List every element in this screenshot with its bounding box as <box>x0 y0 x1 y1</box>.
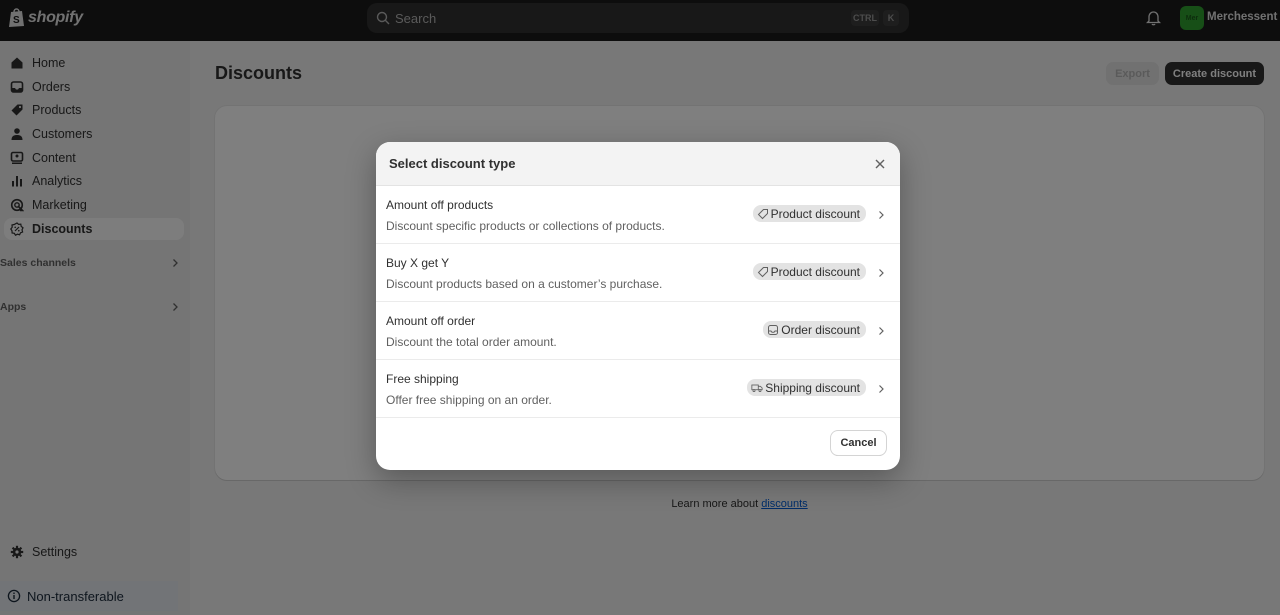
tag-icon <box>757 266 768 277</box>
modal-header: Select discount type <box>376 142 900 186</box>
truck-icon <box>751 384 763 392</box>
option-title: Buy X get Y <box>386 256 450 270</box>
option-description: Offer free shipping on an order. <box>386 393 552 407</box>
discount-class-badge: Product discount <box>752 263 866 280</box>
badge-label: Product discount <box>770 206 860 221</box>
option-amount-off-order[interactable]: Amount off order Discount the total orde… <box>376 302 900 360</box>
chevron-right-icon <box>879 385 884 393</box>
order-icon <box>768 324 779 335</box>
chevron-right-icon <box>879 211 884 219</box>
select-discount-type-modal: Select discount type Amount off products… <box>376 142 900 470</box>
option-title: Amount off products <box>386 198 494 212</box>
tag-icon <box>757 208 768 219</box>
badge-label: Shipping discount <box>765 380 860 395</box>
chevron-right-icon <box>879 269 884 277</box>
option-description: Discount the total order amount. <box>386 335 557 349</box>
option-buy-x-get-y[interactable]: Buy X get Y Discount products based on a… <box>376 244 900 302</box>
close-icon[interactable] <box>873 157 887 171</box>
chevron-right-icon <box>879 327 884 335</box>
discount-class-badge: Shipping discount <box>747 379 866 396</box>
option-title: Free shipping <box>386 372 459 386</box>
option-free-shipping[interactable]: Free shipping Offer free shipping on an … <box>376 360 900 418</box>
option-amount-off-products[interactable]: Amount off products Discount specific pr… <box>376 186 900 244</box>
option-description: Discount specific products or collection… <box>386 219 665 233</box>
option-title: Amount off order <box>386 314 476 328</box>
cancel-button[interactable]: Cancel <box>831 431 886 455</box>
discount-class-badge: Product discount <box>752 205 866 222</box>
badge-label: Product discount <box>770 264 860 279</box>
modal-title: Select discount type <box>389 156 516 171</box>
badge-label: Order discount <box>781 322 860 337</box>
modal-footer: Cancel <box>376 418 900 468</box>
option-description: Discount products based on a customer’s … <box>386 277 663 291</box>
discount-class-badge: Order discount <box>763 321 866 338</box>
